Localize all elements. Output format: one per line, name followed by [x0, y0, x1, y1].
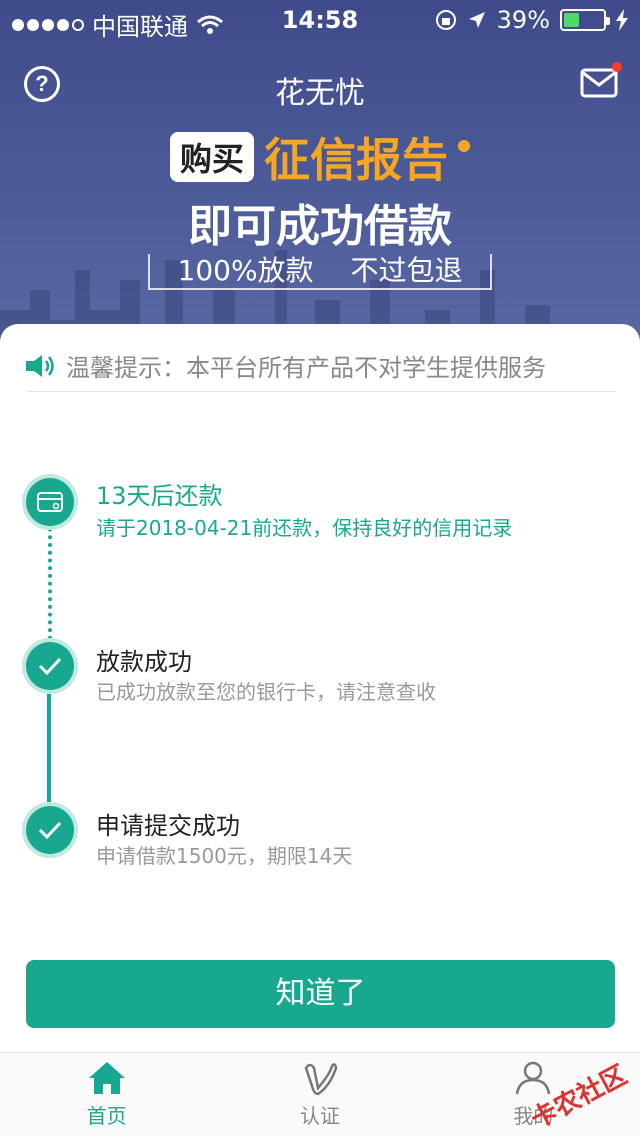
timeline-solid-line — [47, 674, 51, 816]
charging-bolt-icon — [616, 9, 628, 31]
notice-text: 温馨提示：本平台所有产品不对学生提供服务 — [66, 354, 546, 382]
promo-banner[interactable]: 购买 征信报告 即可成功借款 100%放款 不过包退 — [0, 128, 640, 290]
content-card: 温馨提示：本平台所有产品不对学生提供服务 13天后还款 请于2018-04-21… — [0, 324, 640, 1054]
mail-button[interactable] — [580, 62, 622, 98]
buy-badge: 购买 — [169, 132, 254, 182]
repay-step-node — [26, 478, 74, 526]
credit-report-text: 征信报告 — [264, 133, 448, 187]
step-title: 13天后还款 — [96, 482, 223, 510]
nav-bar: ? 花无忧 — [0, 60, 640, 111]
tag-full-loan: 100%放款 — [177, 254, 314, 287]
banner-headline: 即可成功借款 — [188, 201, 452, 252]
status-bar: 中国联通 14:58 39% — [0, 0, 640, 41]
got-it-button[interactable]: 知道了 — [26, 960, 615, 1028]
tab-label: 认证 — [299, 1104, 340, 1128]
submitted-step-node — [26, 806, 74, 854]
notice-bar: 温馨提示：本平台所有产品不对学生提供服务 — [26, 340, 616, 392]
disbursed-step-node — [26, 642, 74, 690]
banner-tagline: 100%放款 不过包退 — [147, 254, 493, 290]
notification-dot — [612, 62, 622, 72]
orientation-lock-icon — [435, 10, 456, 30]
location-arrow-icon — [468, 12, 485, 28]
speaker-icon — [26, 354, 54, 377]
step-title: 申请提交成功 — [96, 812, 240, 840]
mail-icon — [580, 68, 618, 98]
decorative-dot — [458, 140, 470, 152]
page-title: 花无忧 — [275, 76, 365, 111]
home-icon — [88, 1062, 125, 1094]
check-icon — [38, 657, 62, 676]
step-title: 放款成功 — [96, 648, 192, 676]
step-desc: 请于2018-04-21前还款，保持良好的信用记录 — [96, 516, 513, 540]
battery-icon — [560, 9, 610, 31]
battery-percent: 39% — [496, 6, 550, 34]
tab-label: 首页 — [86, 1104, 127, 1128]
tab-verify[interactable]: 认证 — [213, 1053, 426, 1136]
loan-timeline: 13天后还款 请于2018-04-21前还款，保持良好的信用记录 放款成功 已成… — [0, 464, 640, 868]
header-banner: 中国联通 14:58 39% ? 花无忧 购买 征信报告 即可成功借款 100%… — [0, 0, 640, 360]
card-icon — [37, 492, 63, 512]
tag-refund: 不过包退 — [350, 254, 463, 287]
step-desc: 申请借款1500元，期限14天 — [96, 844, 353, 868]
timeline-dotted-line — [48, 512, 52, 640]
tab-home[interactable]: 首页 — [0, 1053, 213, 1136]
step-desc: 已成功放款至您的银行卡，请注意查收 — [96, 680, 436, 704]
check-icon — [38, 821, 62, 840]
verify-icon — [304, 1063, 338, 1096]
